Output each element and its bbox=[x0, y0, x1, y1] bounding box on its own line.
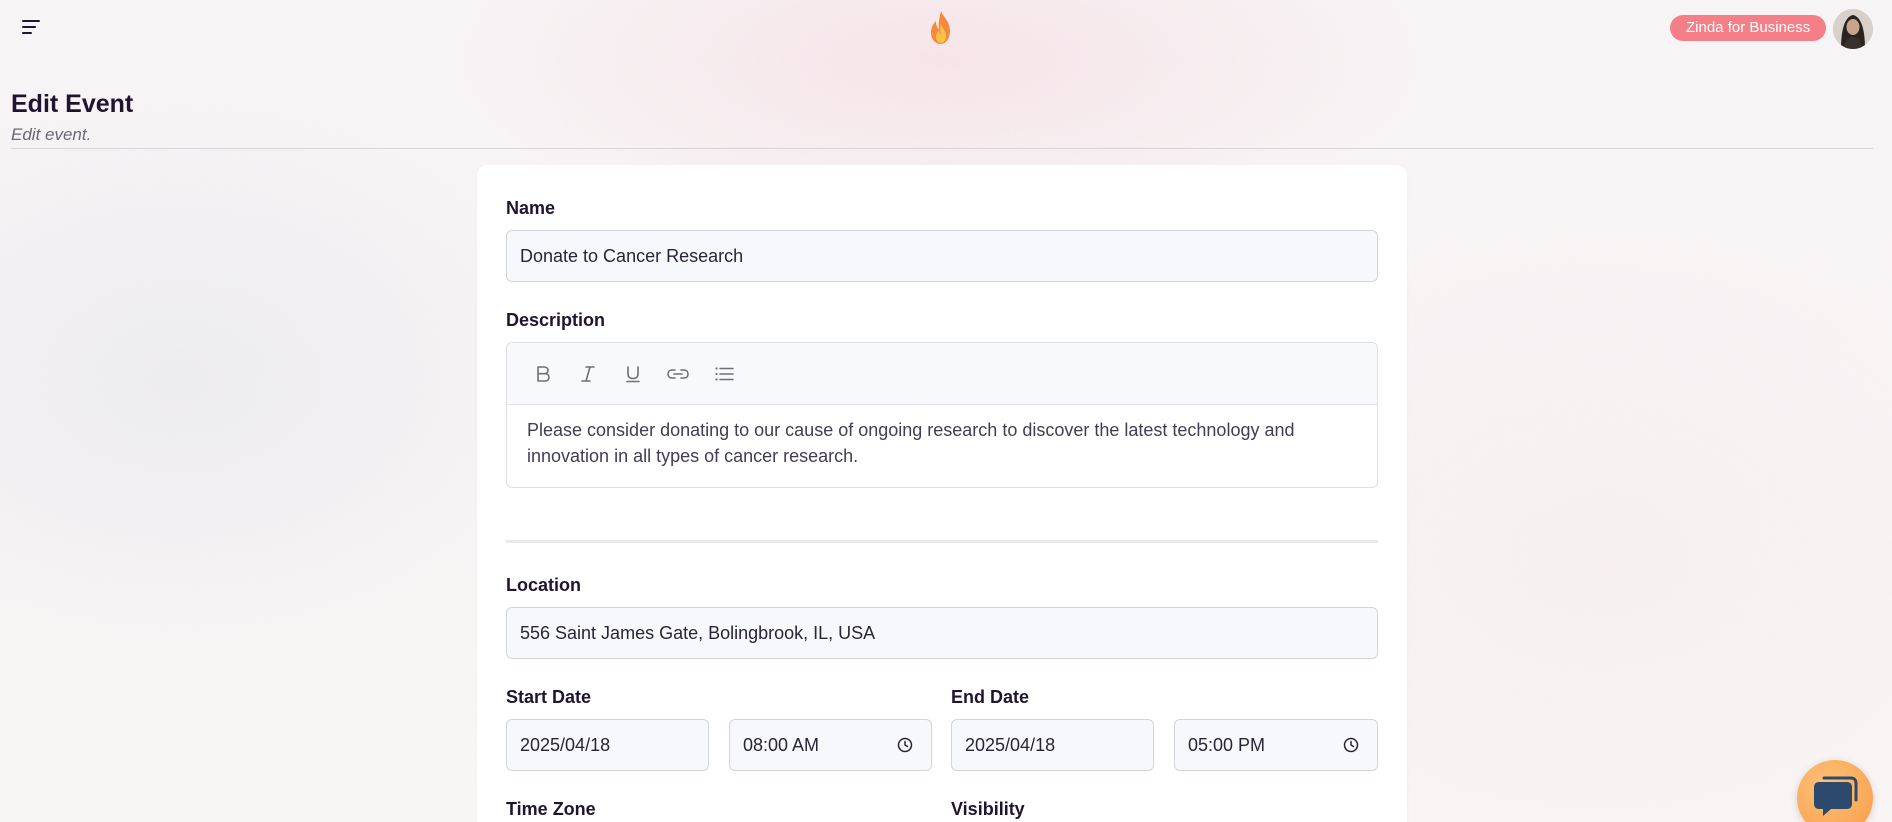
end-date-label: End Date bbox=[951, 687, 1030, 707]
clock-icon[interactable] bbox=[897, 737, 913, 753]
chat-button[interactable] bbox=[1797, 760, 1873, 822]
name-input[interactable] bbox=[506, 230, 1378, 282]
start-time-field bbox=[729, 719, 932, 771]
description-editor: Please consider donating to our cause of… bbox=[506, 342, 1378, 488]
edit-event-form: Name Description Please consider donatin… bbox=[477, 165, 1407, 822]
name-label: Name bbox=[506, 198, 556, 218]
menu-icon[interactable] bbox=[18, 18, 46, 40]
zinda-for-business-button[interactable]: Zinda for Business bbox=[1670, 15, 1827, 41]
page-title: Edit Event bbox=[11, 90, 134, 118]
end-time-field bbox=[1174, 719, 1378, 771]
underline-icon[interactable] bbox=[619, 360, 647, 388]
section-divider bbox=[506, 540, 1378, 543]
link-icon[interactable] bbox=[664, 360, 692, 388]
time-zone-label: Time Zone bbox=[506, 799, 596, 819]
flame-logo-icon[interactable] bbox=[926, 10, 956, 46]
top-bar: Zinda for Business bbox=[0, 0, 1892, 56]
bullet-list-icon[interactable] bbox=[710, 360, 738, 388]
description-text-area[interactable]: Please consider donating to our cause of… bbox=[507, 405, 1377, 481]
visibility-label: Visibility bbox=[951, 799, 1025, 819]
clock-icon[interactable] bbox=[1343, 737, 1359, 753]
bold-icon[interactable] bbox=[529, 360, 557, 388]
location-input[interactable] bbox=[506, 607, 1378, 659]
header-divider bbox=[11, 148, 1873, 149]
editor-toolbar bbox=[507, 343, 1377, 405]
chat-bubble-icon bbox=[1814, 776, 1858, 816]
page-subtitle: Edit event. bbox=[11, 125, 92, 144]
start-date-input[interactable] bbox=[506, 719, 709, 771]
start-date-label: Start Date bbox=[506, 687, 592, 707]
end-date-input[interactable] bbox=[951, 719, 1154, 771]
location-label: Location bbox=[506, 575, 581, 595]
description-label: Description bbox=[506, 310, 606, 330]
italic-icon[interactable] bbox=[574, 360, 602, 388]
avatar[interactable] bbox=[1833, 9, 1873, 49]
